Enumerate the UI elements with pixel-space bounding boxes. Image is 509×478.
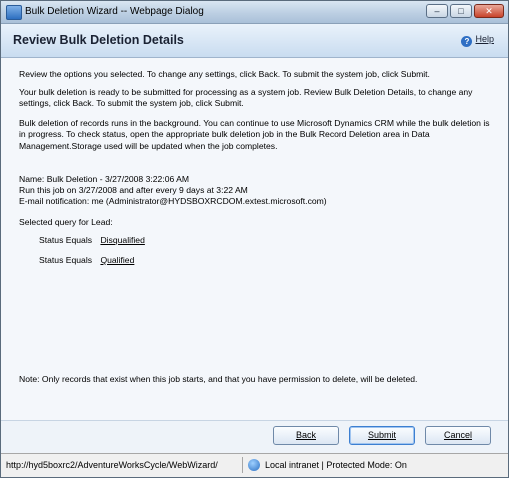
- help-link[interactable]: ? Help: [461, 34, 494, 47]
- page-header: Review Bulk Deletion Details ? Help: [1, 24, 508, 58]
- background-paragraph: Bulk deletion of records runs in the bac…: [19, 118, 490, 151]
- condition-operator: Equals: [65, 255, 93, 265]
- close-button[interactable]: ✕: [474, 4, 504, 18]
- condition-operator: Equals: [65, 235, 93, 245]
- title-bar[interactable]: Bulk Deletion Wizard -- Webpage Dialog –…: [1, 1, 508, 24]
- condition-value-link[interactable]: Disqualified: [100, 235, 144, 245]
- query-condition: Status Equals Qualified: [39, 255, 134, 266]
- dialog-window: Bulk Deletion Wizard -- Webpage Dialog –…: [0, 0, 509, 478]
- maximize-button[interactable]: □: [450, 4, 472, 18]
- minimize-button[interactable]: –: [426, 4, 448, 18]
- query-heading: Selected query for Lead:: [19, 217, 113, 227]
- app-icon: [6, 5, 22, 20]
- help-icon: ?: [461, 36, 473, 47]
- button-bar: Back Submit Cancel: [1, 420, 508, 453]
- query-condition: Status Equals Disqualified: [39, 235, 145, 246]
- page-title: Review Bulk Deletion Details: [13, 33, 184, 47]
- help-label: Help: [475, 34, 494, 44]
- submit-label: Submit: [367, 430, 396, 440]
- intranet-globe-icon: [248, 459, 260, 471]
- status-bar: http://hyd5boxrc2/AdventureWorksCycle/We…: [1, 453, 508, 477]
- security-zone: Local intranet | Protected Mode: On: [265, 460, 407, 470]
- condition-field: Status: [39, 255, 64, 265]
- intro-text: Review the options you selected. To chan…: [19, 69, 430, 79]
- window-title: Bulk Deletion Wizard -- Webpage Dialog: [25, 6, 204, 17]
- status-url: http://hyd5boxrc2/AdventureWorksCycle/We…: [6, 460, 218, 470]
- cancel-button[interactable]: Cancel: [425, 426, 491, 445]
- job-schedule: Run this job on 3/27/2008 and after ever…: [19, 185, 248, 195]
- cancel-label: Cancel: [443, 430, 472, 440]
- condition-value-link[interactable]: Qualified: [100, 255, 134, 265]
- back-button[interactable]: Back: [273, 426, 339, 445]
- condition-field: Status: [39, 235, 64, 245]
- job-name: Name: Bulk Deletion - 3/27/2008 3:22:06 …: [19, 174, 190, 184]
- ready-paragraph: Your bulk deletion is ready to be submit…: [19, 87, 473, 109]
- status-divider: [242, 457, 243, 473]
- back-label: Back: [295, 430, 316, 440]
- email-notification: E-mail notification: me (Administrator@H…: [19, 196, 327, 206]
- submit-button[interactable]: Submit: [349, 426, 415, 445]
- deletion-note: Note: Only records that exist when this …: [19, 374, 418, 384]
